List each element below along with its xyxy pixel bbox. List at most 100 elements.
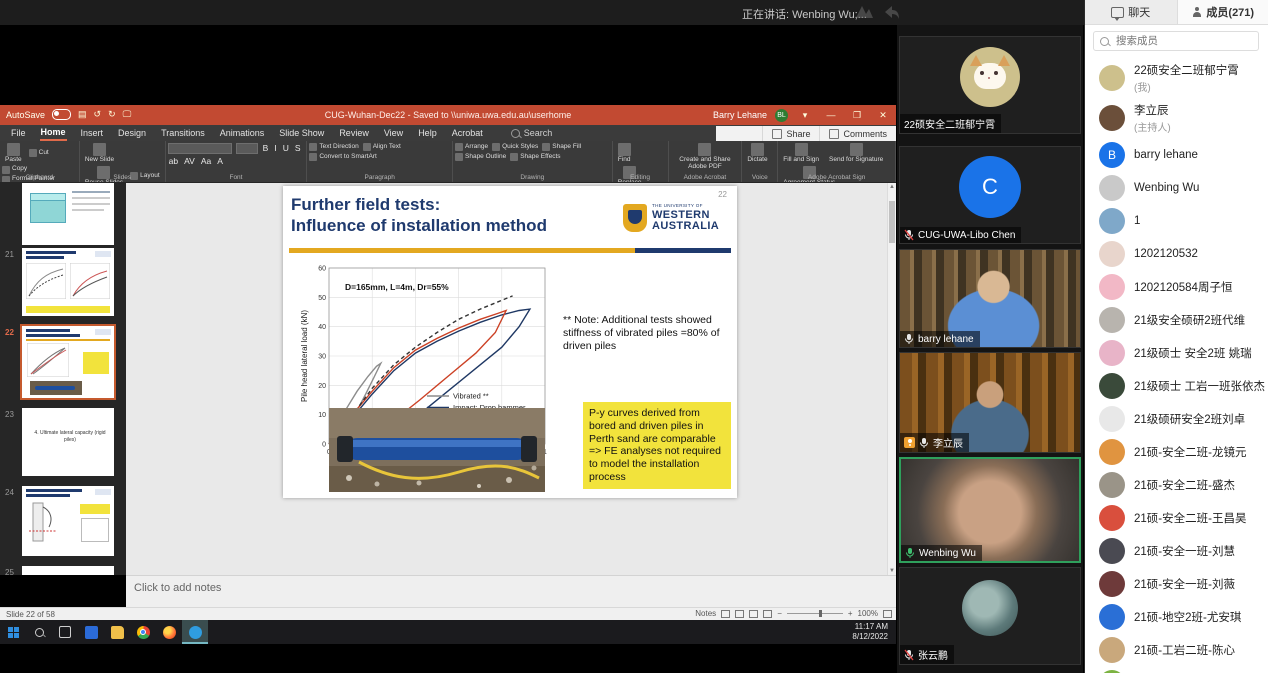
member-row[interactable]: 21级安全硕研2班代维 — [1085, 303, 1268, 336]
ribbon-tab-animations[interactable]: Animations — [219, 126, 266, 140]
font-ctrl-b[interactable]: B — [262, 143, 270, 154]
account-avatar[interactable]: BL — [775, 109, 788, 122]
search-input[interactable] — [1114, 34, 1238, 48]
button-convert-to-smartart[interactable]: Convert to SmartArt — [309, 153, 376, 161]
scrollbar-thumb[interactable] — [889, 201, 895, 243]
member-row[interactable]: 21级硕研安全2班刘卓 — [1085, 402, 1268, 435]
video-tile-4[interactable]: 李立辰 — [899, 352, 1081, 453]
slideshow-icon[interactable] — [763, 610, 772, 618]
member-row[interactable]: 21硕-地空2班-尤安琪 — [1085, 600, 1268, 633]
member-row[interactable]: Bbarry lehane — [1085, 138, 1268, 171]
task-view-icon[interactable] — [52, 620, 78, 644]
ribbon-tab-acrobat[interactable]: Acrobat — [451, 126, 484, 140]
comments-button[interactable]: Comments — [819, 126, 896, 141]
font-size-box[interactable] — [236, 143, 258, 154]
slide-thumbnail-panel[interactable]: 2122234. Ultimate lateral capacity (rigi… — [0, 183, 126, 575]
video-tile-5[interactable]: Wenbing Wu — [899, 457, 1081, 563]
zoom-slider[interactable] — [787, 613, 843, 614]
zoom-in-button[interactable]: + — [848, 609, 853, 618]
button-quick-styles[interactable]: Quick Styles — [492, 143, 538, 151]
slide-thumbnail-25[interactable] — [22, 566, 114, 575]
ribbon-tab-review[interactable]: Review — [338, 126, 370, 140]
ribbon-tab-slide-show[interactable]: Slide Show — [278, 126, 325, 140]
member-search[interactable] — [1093, 31, 1259, 51]
member-row[interactable]: 22硕安全二班郁宁霄(我) — [1085, 58, 1268, 98]
font-ctrl-ab[interactable]: ab — [168, 156, 179, 166]
ribbon-tab-transitions[interactable]: Transitions — [160, 126, 206, 140]
ribbon-tab-view[interactable]: View — [383, 126, 404, 140]
button-find[interactable]: Find — [615, 143, 634, 164]
reply-arrow-icon[interactable] — [880, 4, 902, 20]
member-row[interactable]: Wenbing Wu — [1085, 171, 1268, 204]
member-row[interactable]: 21级硕士 工岩一班张依杰 — [1085, 369, 1268, 402]
notes-toggle-button[interactable]: Notes — [695, 609, 716, 618]
slide-thumbnail-21[interactable] — [22, 248, 114, 316]
video-tile-3[interactable]: barry lehane — [899, 249, 1081, 348]
button-dictate[interactable]: Dictate — [744, 143, 770, 164]
button-text-direction[interactable]: Text Direction — [309, 143, 358, 151]
button-create-and-share-adobe-pdf[interactable]: Create and Share Adobe PDF — [671, 143, 740, 171]
font-ctrl-av[interactable]: AV — [183, 156, 196, 166]
button-fill-and-sign[interactable]: Fill and Sign — [780, 143, 822, 164]
video-tile-1[interactable]: 22硕安全二班郁宁霄 — [899, 36, 1081, 134]
member-row[interactable]: 21硕-安全一班-刘薇 — [1085, 567, 1268, 600]
button-cut[interactable]: Cut — [29, 143, 49, 164]
ribbon-tab-home[interactable]: Home — [40, 125, 67, 141]
taskbar-search-icon[interactable] — [26, 620, 52, 644]
font-name-box[interactable] — [168, 143, 232, 154]
restore-button[interactable]: ❐ — [848, 110, 866, 121]
slide-canvas[interactable]: Further field tests: Influence of instal… — [283, 186, 737, 498]
file-explorer-icon[interactable] — [104, 620, 130, 644]
member-row[interactable]: 21硕-安全二班-盛杰 — [1085, 468, 1268, 501]
editor-scrollbar[interactable]: ▲ ▼ — [887, 183, 896, 575]
slide-thumbnail-23[interactable]: 4. Ultimate lateral capacity (rigid pile… — [22, 408, 114, 476]
account-name[interactable]: Barry Lehane — [713, 110, 767, 120]
notes-pane[interactable]: Click to add notes — [126, 575, 896, 607]
reading-view-icon[interactable] — [749, 610, 758, 618]
member-row[interactable]: 21硕-安全二班-王昌昊 — [1085, 501, 1268, 534]
video-tile-2[interactable]: CCUG-UWA-Libo Chen — [899, 146, 1081, 244]
ribbon-tab-help[interactable]: Help — [417, 126, 438, 140]
zoom-level[interactable]: 100% — [858, 609, 878, 618]
minimize-button[interactable]: — — [822, 110, 840, 120]
member-row[interactable]: 21级硕士 安全2班 姚瑞 — [1085, 336, 1268, 369]
member-row[interactable]: 李立辰(主持人) — [1085, 98, 1268, 138]
button-new-slide[interactable]: New Slide — [82, 143, 117, 164]
fit-window-icon[interactable] — [883, 610, 892, 618]
taskbar-app-blue-icon[interactable] — [78, 620, 104, 644]
font-ctrl-a[interactable]: A — [216, 156, 224, 166]
ribbon-search[interactable]: Search — [511, 128, 553, 138]
button-shape-fill[interactable]: Shape Fill — [542, 143, 581, 151]
taskbar-clock[interactable]: 11:17 AM 8/12/2022 — [852, 622, 888, 642]
member-row[interactable]: 1202120532 — [1085, 237, 1268, 270]
scroll-up-icon[interactable]: ▲ — [888, 184, 896, 190]
button-shape-outline[interactable]: Shape Outline — [455, 153, 506, 161]
tab-chat[interactable]: 聊天 — [1085, 0, 1178, 25]
member-row[interactable]: 21硕-安全二班-龙镜元 — [1085, 435, 1268, 468]
member-row[interactable]: 21硕-工岩二班-刘金阳 — [1085, 666, 1268, 673]
chrome-icon[interactable] — [130, 620, 156, 644]
tab-members[interactable]: 成员(271) — [1178, 0, 1268, 25]
member-row[interactable]: 1 — [1085, 204, 1268, 237]
zoom-out-button[interactable]: − — [777, 609, 782, 618]
member-row[interactable]: 21硕-工岩二班-陈心 — [1085, 633, 1268, 666]
video-tile-6[interactable]: 张云鹏 — [899, 567, 1081, 665]
member-row[interactable]: 1202120584周子恒 — [1085, 270, 1268, 303]
button-shape-effects[interactable]: Shape Effects — [510, 153, 560, 161]
button-align-text[interactable]: Align Text — [363, 143, 401, 151]
meeting-app-icon[interactable] — [182, 620, 208, 644]
font-ctrl-aa[interactable]: Aa — [200, 156, 212, 166]
scroll-down-icon[interactable]: ▼ — [888, 568, 896, 574]
normal-view-icon[interactable] — [721, 610, 730, 618]
button-arrange[interactable]: Arrange — [455, 143, 488, 151]
font-ctrl-s[interactable]: S — [294, 143, 302, 154]
member-list[interactable]: 22硕安全二班郁宁霄(我)李立辰(主持人)Bbarry lehaneWenbin… — [1085, 58, 1268, 673]
ribbon-tab-insert[interactable]: Insert — [80, 126, 105, 140]
ribbon-tab-file[interactable]: File — [10, 126, 27, 140]
slide-thumbnail-24[interactable] — [22, 486, 114, 556]
ribbon-tab-design[interactable]: Design — [117, 126, 147, 140]
share-button[interactable]: Share — [762, 126, 819, 141]
ribbon-options-icon[interactable]: ▾ — [796, 110, 814, 121]
close-button[interactable]: ✕ — [874, 110, 892, 121]
button-send-for-signature[interactable]: Send for Signature — [826, 143, 886, 164]
